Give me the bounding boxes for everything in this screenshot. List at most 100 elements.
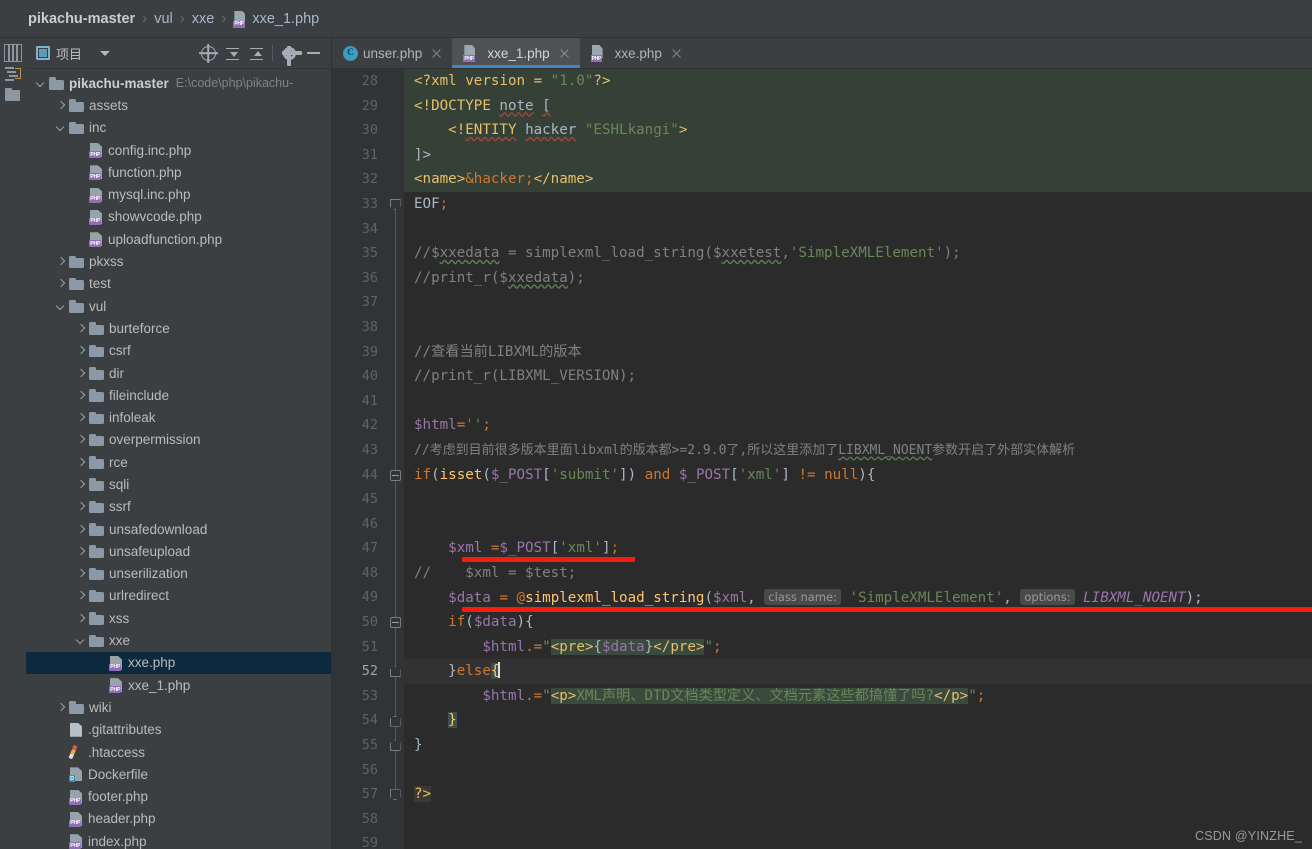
editor-tabbar[interactable]: Cunser.php xxe_1.php xxe.php [332, 38, 1312, 69]
code-line[interactable]: if(isset($_POST['submit']) and $_POST['x… [404, 463, 1312, 488]
tree-row[interactable]: xxe [26, 629, 331, 651]
chevron-right-icon[interactable] [54, 701, 67, 714]
code-line[interactable] [404, 487, 1312, 512]
code-line[interactable]: //$xxedata = simplexml_load_string($xxet… [404, 241, 1312, 266]
code-line[interactable]: } [404, 708, 1312, 733]
chevron-down-icon[interactable] [54, 121, 67, 134]
code-line[interactable] [404, 389, 1312, 414]
breadcrumb-item-xxe[interactable]: xxe [192, 11, 215, 27]
tree-row[interactable]: inc [26, 117, 331, 139]
tree-row[interactable]: ssrf [26, 496, 331, 518]
fold-marker[interactable] [389, 617, 401, 629]
tree-row[interactable]: PHP xxe.php [26, 651, 331, 675]
fold-marker[interactable] [390, 716, 401, 727]
tree-row[interactable]: PHP header.php [26, 808, 331, 830]
chevron-right-icon[interactable] [74, 411, 87, 424]
tree-row[interactable]: unsafeupload [26, 540, 331, 562]
chevron-right-icon[interactable] [74, 589, 87, 602]
tree-row[interactable]: urlredirect [26, 585, 331, 607]
fold-marker[interactable] [389, 469, 401, 481]
tree-row[interactable]: PHP index.php [26, 830, 331, 849]
tree-row[interactable]: wiki [26, 696, 331, 718]
tree-row[interactable]: assets [26, 94, 331, 116]
tree-row[interactable]: D Dockerfile [26, 763, 331, 785]
tree-row[interactable]: PHP xxe_1.php [26, 674, 331, 696]
chevron-right-icon[interactable] [54, 255, 67, 268]
code-editor[interactable]: 28 29 30 31 32 33 34 35 36 37 38 39 40 41 42 43 44 45 46 47… [332, 69, 1312, 849]
chevron-right-icon[interactable] [74, 367, 87, 380]
chevron-down-icon[interactable] [34, 77, 47, 90]
chevron-right-icon[interactable] [74, 322, 87, 335]
code-line[interactable]: $html.="<pre>{$data}</pre>"; [404, 635, 1312, 660]
code-line[interactable]: //查看当前LIBXML的版本 [404, 340, 1312, 365]
code-line[interactable] [404, 290, 1312, 315]
code-line[interactable]: // $xml = $test; [404, 561, 1312, 586]
editor-tab[interactable]: xxe.php [579, 38, 692, 68]
fold-marker[interactable] [390, 789, 401, 800]
tree-row[interactable]: xss [26, 607, 331, 629]
tree-row[interactable]: PHP function.php [26, 161, 331, 183]
tree-row[interactable]: rce [26, 451, 331, 473]
chevron-right-icon[interactable] [74, 433, 87, 446]
chevron-right-icon[interactable] [74, 567, 87, 580]
tree-row[interactable]: PHP uploadfunction.php [26, 228, 331, 250]
tree-row[interactable]: vul [26, 295, 331, 317]
code-line[interactable]: <name>&hacker;</name> [404, 167, 1312, 192]
code-line[interactable]: ?> [404, 782, 1312, 807]
tree-row[interactable]: dir [26, 362, 331, 384]
structure-stripe-icon[interactable] [4, 65, 22, 83]
close-icon[interactable] [558, 47, 571, 60]
project-stripe-icon[interactable] [4, 44, 22, 62]
code-line[interactable]: $html.="<p>XML声明、DTD文档类型定义、文档元素这些都搞懂了吗?<… [404, 684, 1312, 709]
tree-row[interactable]: pkxss [26, 250, 331, 272]
code-content[interactable]: <?xml version = "1.0"?> <!DOCTYPE note [ … [404, 69, 1312, 849]
tree-row[interactable]: PHP footer.php [26, 786, 331, 808]
tree-row[interactable]: unsafedownload [26, 518, 331, 540]
breadcrumb-item-vul[interactable]: vul [154, 11, 173, 27]
tree-row[interactable]: burteforce [26, 317, 331, 339]
tree-row[interactable]: sqli [26, 473, 331, 495]
tree-row[interactable]: .htaccess [26, 741, 331, 763]
code-line[interactable]: <?xml version = "1.0"?> [404, 69, 1312, 94]
code-line[interactable]: if($data){ [404, 610, 1312, 635]
tree-row[interactable]: fileinclude [26, 384, 331, 406]
project-title-group[interactable]: 项目 [32, 44, 114, 63]
breadcrumb-item-file[interactable]: xxe_1.php [252, 11, 319, 27]
chevron-down-icon[interactable] [100, 50, 111, 56]
code-line[interactable]: //考虑到目前很多版本里面libxml的版本都>=2.9.0了,所以这里添加了L… [404, 438, 1312, 463]
fold-marker[interactable] [390, 740, 401, 751]
code-line[interactable]: $html=''; [404, 413, 1312, 438]
code-line[interactable]: //print_r(LIBXML_VERSION); [404, 364, 1312, 389]
code-line[interactable]: //print_r($xxedata); [404, 266, 1312, 291]
breadcrumb-item-root[interactable]: pikachu-master [28, 11, 135, 27]
project-tree[interactable]: pikachu-master E:\code\php\pikachu-assets… [26, 69, 331, 849]
collapse-all-button[interactable] [244, 41, 268, 65]
fold-marker[interactable] [390, 666, 401, 677]
chevron-down-icon[interactable] [74, 634, 87, 647]
close-icon[interactable] [430, 47, 443, 60]
tree-row[interactable]: infoleak [26, 406, 331, 428]
code-line[interactable]: }else{ [404, 659, 1312, 684]
chevron-right-icon[interactable] [74, 500, 87, 513]
tree-row[interactable]: .gitattributes [26, 719, 331, 741]
settings-button[interactable] [277, 41, 302, 66]
minimize-button[interactable] [301, 41, 325, 65]
chevron-right-icon[interactable] [74, 344, 87, 357]
chevron-right-icon[interactable] [74, 478, 87, 491]
chevron-right-icon[interactable] [74, 612, 87, 625]
locate-button[interactable] [196, 41, 220, 65]
tree-row[interactable]: csrf [26, 340, 331, 362]
code-line[interactable] [404, 217, 1312, 242]
code-line[interactable] [404, 807, 1312, 832]
code-line[interactable] [404, 512, 1312, 537]
expand-all-button[interactable] [220, 41, 244, 65]
chevron-right-icon[interactable] [74, 523, 87, 536]
tree-row[interactable]: PHP showvcode.php [26, 206, 331, 228]
code-line[interactable]: EOF; [404, 192, 1312, 217]
code-line[interactable]: <!ENTITY hacker "ESHLkangi"> [404, 118, 1312, 143]
tree-row[interactable]: PHP mysql.inc.php [26, 183, 331, 205]
favorites-stripe-icon[interactable] [4, 86, 22, 104]
chevron-down-icon[interactable] [54, 300, 67, 313]
code-line[interactable]: <!DOCTYPE note [ [404, 93, 1312, 119]
code-folding-gutter[interactable] [387, 69, 423, 849]
